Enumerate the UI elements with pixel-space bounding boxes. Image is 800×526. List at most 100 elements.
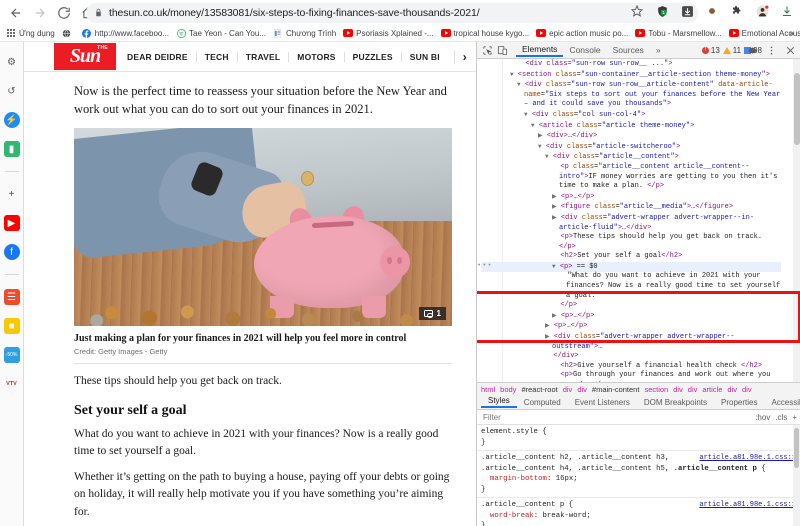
reload-icon[interactable] [53, 2, 75, 24]
the-sun-logo[interactable]: Sun THE [54, 43, 116, 70]
sale-badge-icon[interactable]: -50% [3, 347, 20, 363]
shield-extension-icon[interactable]: 1 [653, 2, 671, 20]
breadcrumb-item[interactable]: div [577, 385, 587, 394]
devtools-tab-sources[interactable]: Sources [607, 45, 650, 55]
new-rule-button[interactable]: + [792, 413, 797, 422]
inspect-element-icon[interactable] [480, 43, 495, 58]
disclosure-triangle-icon[interactable]: ▼ [552, 263, 556, 270]
dom-node[interactable]: <p>Go through your finances and work out… [481, 371, 781, 382]
back-arrow-icon[interactable] [5, 2, 27, 24]
shopee-icon[interactable]: ☰ [3, 289, 20, 305]
css-declaration[interactable]: margin-bottom: 16px; [481, 474, 797, 485]
dom-node[interactable]: <p class="article__content article__cont… [481, 163, 781, 192]
close-icon[interactable] [783, 43, 798, 58]
breadcrumb-item[interactable]: div [727, 385, 737, 394]
devtools-tab-[interactable]: » [650, 45, 667, 55]
breadcrumb-item[interactable]: div [673, 385, 683, 394]
style-pane-tab-properties[interactable]: Properties [714, 398, 764, 407]
dom-node[interactable]: ▶ <p>…</p> [481, 311, 781, 322]
breadcrumb-item[interactable]: html [481, 385, 495, 394]
dom-node[interactable]: ▶ <p>…</p> [481, 321, 781, 332]
breadcrumb-item[interactable]: article [702, 385, 722, 394]
css-property[interactable]: word-break [481, 512, 534, 520]
youtube-icon[interactable]: ▶ [3, 215, 20, 231]
styles-pane[interactable]: element.style {} .article__content h2, .a… [477, 425, 800, 526]
gear-icon[interactable] [745, 43, 760, 58]
dom-node-badge[interactable]: ••• [477, 262, 493, 272]
puzzle-extensions-icon[interactable] [728, 2, 746, 20]
dom-tree-code[interactable]: <div class="sun-row sun-row__ ..."> ▼ <se… [477, 59, 781, 382]
address-bar[interactable]: thesun.co.uk/money/13583081/six-steps-to… [86, 3, 698, 23]
disclosure-triangle-icon[interactable]: ▶ [545, 333, 550, 340]
dom-node[interactable]: <div class="sun-row sun-row__ ..."> [481, 60, 781, 70]
dom-node[interactable]: ▶ <figure class="article__media">…</figu… [481, 202, 781, 213]
more-vertical-icon[interactable] [764, 43, 779, 58]
dom-node[interactable]: <h2>Set your self a goal</h2> [481, 252, 781, 262]
dom-node[interactable]: ▶ <div class="advert-wrapper advert-wrap… [481, 213, 781, 233]
download-blue-icon[interactable] [678, 2, 696, 20]
bookmark-item-globe[interactable] [60, 28, 80, 38]
css-rule[interactable]: .article__content p { article.a81.98e.1.c… [477, 498, 800, 526]
site-nav-item-sun-bi[interactable]: SUN BI [400, 51, 448, 62]
disclosure-triangle-icon[interactable]: ▼ [531, 122, 535, 129]
breadcrumb-item[interactable]: div [563, 385, 573, 394]
css-property[interactable]: margin-bottom [481, 475, 547, 483]
dom-node[interactable]: ▼ <div class="sun-row sun-row__article-c… [481, 80, 781, 110]
site-nav-item-travel[interactable]: TRAVEL [236, 51, 289, 62]
dom-node[interactable]: ▶ <div>…</div> [481, 131, 781, 142]
css-selector[interactable]: .article__content p { [481, 501, 573, 509]
dom-node[interactable]: ▼ <article class="article theme-money"> [481, 121, 781, 132]
vtv-icon[interactable]: VTV [4, 376, 20, 392]
dom-node[interactable]: <h2>Give yourself a financial health che… [481, 362, 781, 372]
devtools-tab-console[interactable]: Console [563, 45, 606, 55]
bookmark-item-yt2[interactable]: tropical house kygo... [439, 28, 535, 38]
bookmark-item-spotify[interactable]: Tae Yeon - Can You... [174, 28, 271, 38]
disclosure-triangle-icon[interactable]: ▶ [552, 312, 557, 319]
breadcrumb-item[interactable]: div [742, 385, 752, 394]
profile-avatar-icon[interactable] [753, 2, 771, 20]
breadcrumb-item[interactable]: body [500, 385, 516, 394]
dom-node[interactable]: </div> [481, 352, 781, 362]
cursor-extension-icon[interactable] [703, 2, 721, 20]
dom-node[interactable]: ▼ <div class="article-switcheroo"> [481, 142, 781, 153]
style-pane-tab-computed[interactable]: Computed [517, 398, 568, 407]
breadcrumb-item[interactable]: #react-root [521, 385, 557, 394]
dom-node[interactable]: ▶ <p>…</p> [481, 192, 781, 203]
game-controller-icon[interactable]: ▮ [3, 141, 20, 157]
dom-node[interactable]: ▼ <div class="col sun-col-4"> [481, 110, 781, 121]
disclosure-triangle-icon[interactable]: ▼ [510, 71, 514, 78]
disclosure-triangle-icon[interactable]: ▶ [545, 322, 550, 329]
dom-tree-panel[interactable]: <div class="sun-row sun-row__ ..."> ▼ <se… [477, 59, 800, 382]
disclosure-triangle-icon[interactable]: ▼ [524, 111, 528, 118]
disclosure-triangle-icon[interactable]: ▼ [517, 81, 521, 88]
disclosure-triangle-icon[interactable]: ▶ [552, 193, 557, 200]
disclosure-triangle-icon[interactable]: ▶ [538, 132, 543, 139]
breadcrumb-item[interactable]: div [688, 385, 698, 394]
site-nav-item-puzzles[interactable]: PUZZLES [343, 51, 401, 62]
css-source-link[interactable]: article.a81.98e.1.css:1 [699, 453, 796, 464]
style-pane-tab-styles[interactable]: Styles [481, 396, 517, 408]
bookmark-item-apps[interactable]: Ứng dụng [4, 28, 60, 38]
bookmark-item-yt3[interactable]: epic action music po... [534, 28, 633, 38]
messenger-icon[interactable]: ⚡ [3, 112, 20, 128]
style-pane-tab-accessibility[interactable]: Accessibility [764, 398, 800, 407]
add-plus-icon[interactable]: + [4, 186, 20, 202]
dom-node[interactable]: <p>These tips should help you get back o… [481, 233, 781, 252]
bookmark-item-facebook[interactable]: http://www.faceboo... [80, 28, 174, 38]
style-pane-tab-dom-breakpoints[interactable]: DOM Breakpoints [637, 398, 714, 407]
css-declaration[interactable]: word-break: break-word; [481, 511, 797, 522]
device-toolbar-icon[interactable] [495, 43, 510, 58]
lazada-icon[interactable]: ■ [3, 318, 20, 334]
bookmarks-overflow-button[interactable]: » [789, 28, 794, 38]
dom-scrollbar[interactable] [793, 59, 800, 382]
history-clock-icon[interactable]: ↺ [4, 83, 20, 99]
bookmark-item-yt4[interactable]: Tobu - Marsmellow... [633, 28, 726, 38]
dom-node[interactable]: ▼ <div class="article__content"> [481, 152, 781, 163]
downloads-arrow-icon[interactable] [778, 2, 796, 20]
css-source-link[interactable]: article.a81.98e.1.css:1 [699, 500, 796, 511]
bookmark-item-yt1[interactable]: Psoriasis Xplained -... [341, 28, 438, 38]
css-rule[interactable]: .article__content h2, .article__content … [477, 451, 800, 498]
css-rule[interactable]: element.style {} [477, 425, 800, 451]
devtools-tab-elements[interactable]: Elements [516, 44, 564, 57]
style-pane-tab-event-listeners[interactable]: Event Listeners [568, 398, 637, 407]
